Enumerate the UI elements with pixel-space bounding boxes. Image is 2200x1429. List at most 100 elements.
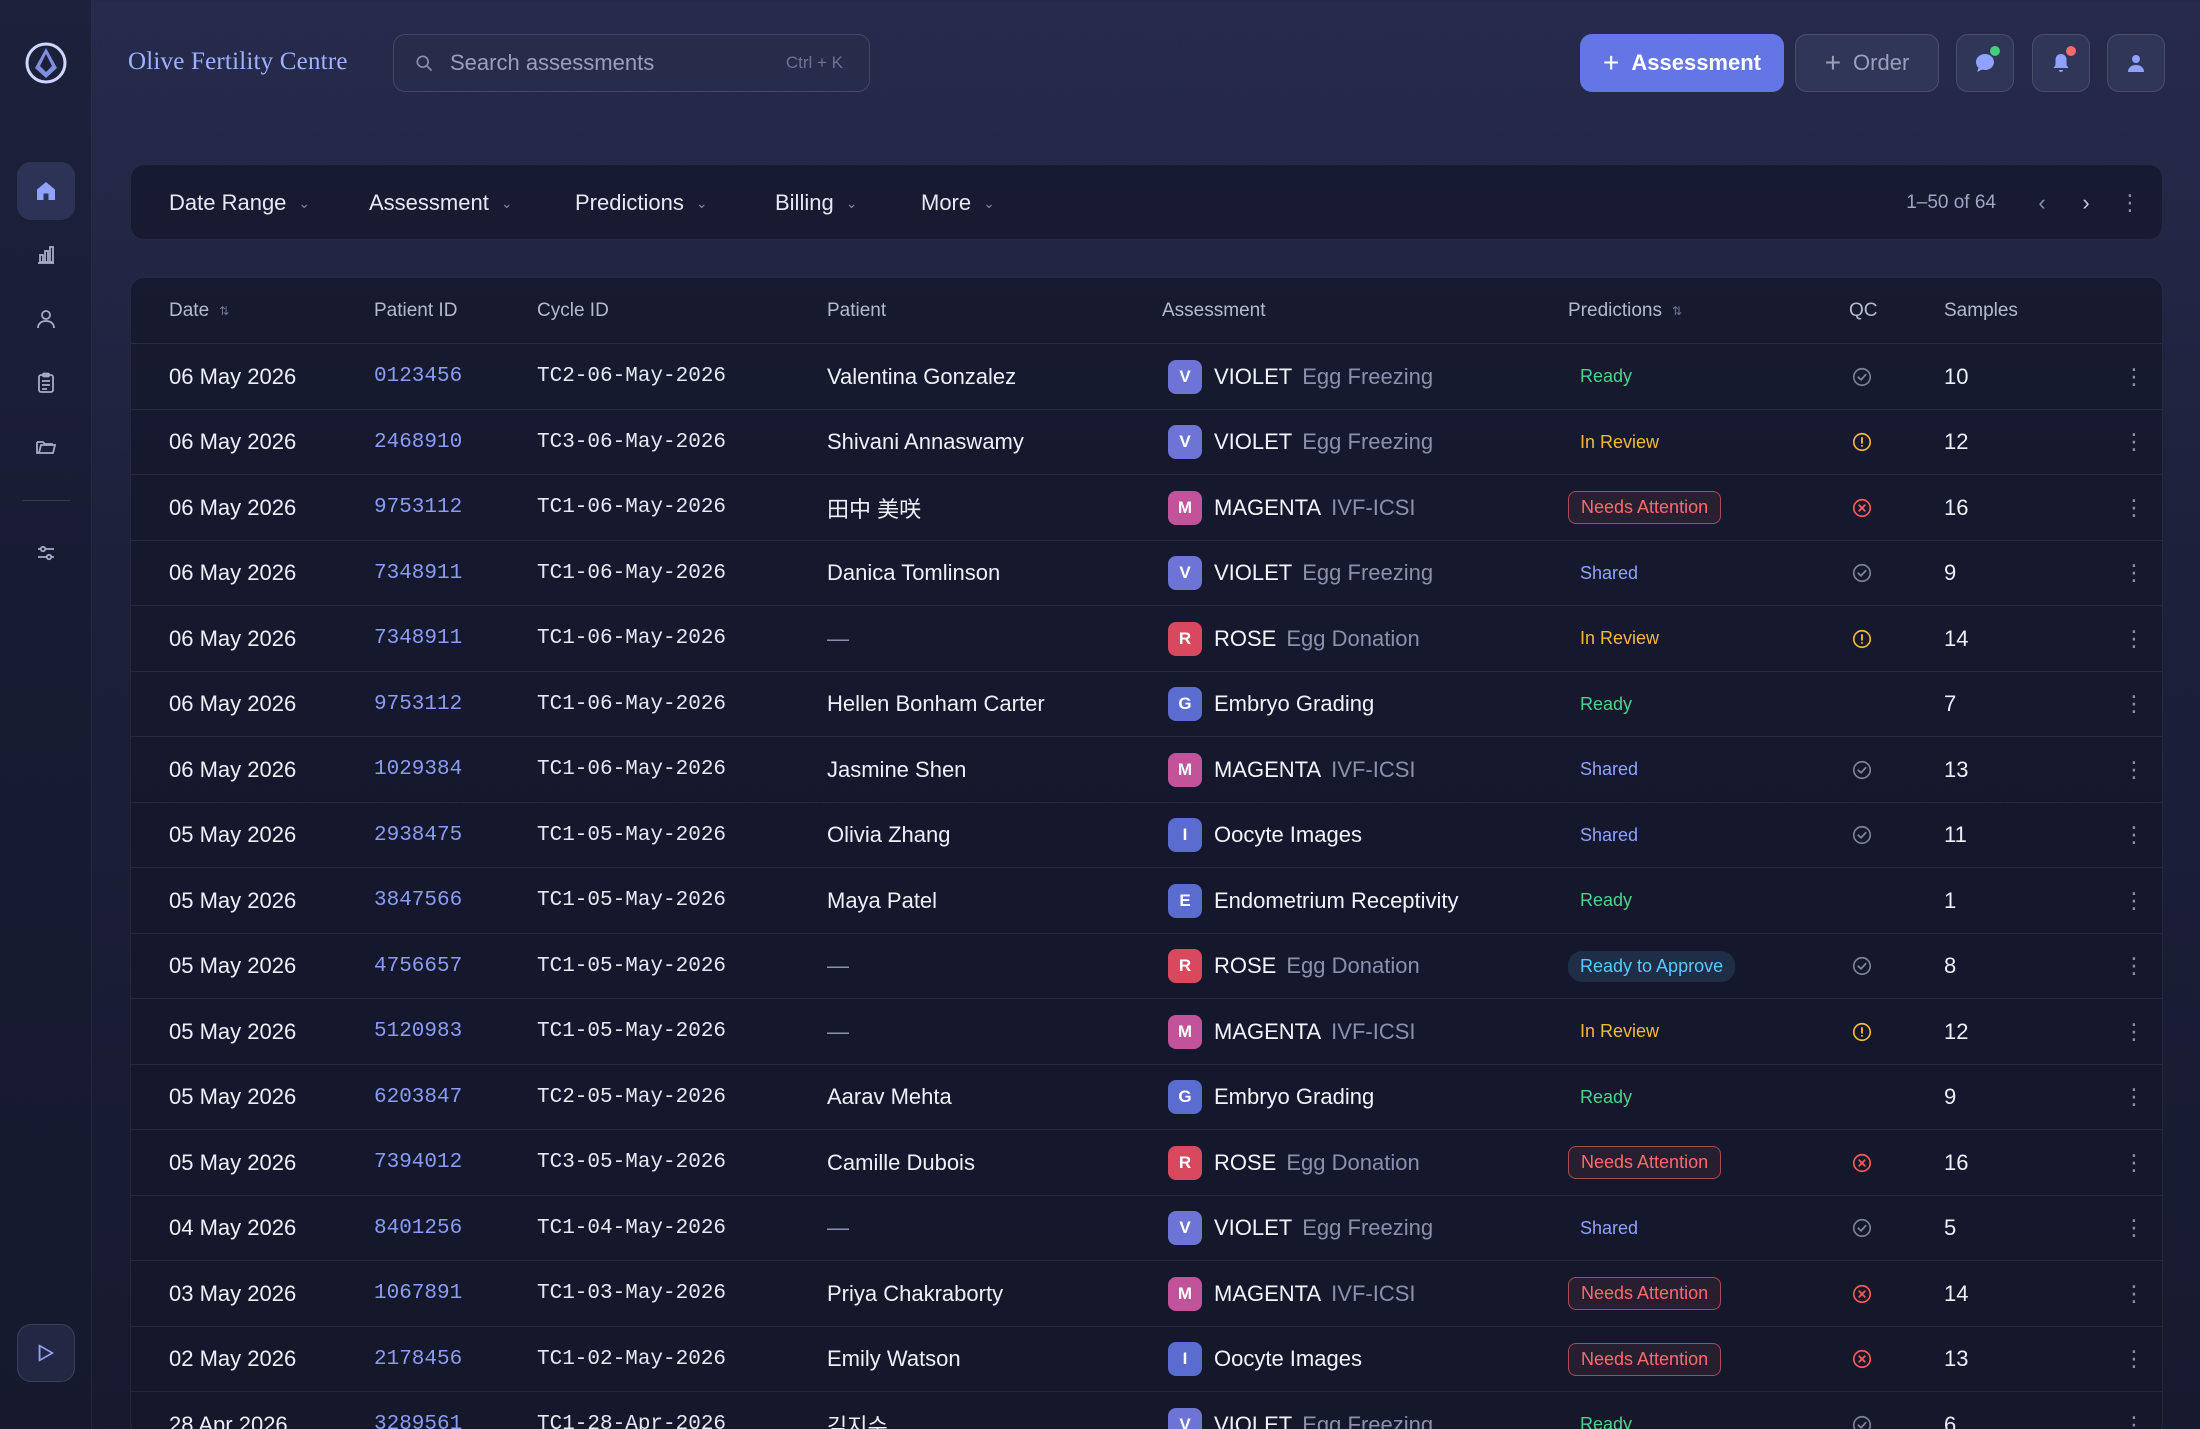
table-row[interactable]: 02 May 2026 2178456 TC1-02-May-2026 Emily W… (131, 1327, 2162, 1392)
table-row[interactable]: 06 May 2026 7348911 TC1-06-May-2026 — R ROSE E… (131, 606, 2162, 672)
new-order-button[interactable]: + Order (1795, 34, 1939, 92)
row-menu-icon[interactable]: ⋮ (2123, 344, 2145, 409)
table-row[interactable]: 06 May 2026 0123456 TC2-06-May-2026 Valenti… (131, 344, 2162, 410)
more-options-icon[interactable]: ⋮ (2108, 181, 2152, 225)
table-row[interactable]: 06 May 2026 9753112 TC1-06-May-2026 Hellen … (131, 672, 2162, 737)
table-row[interactable]: 06 May 2026 1029384 TC1-06-May-2026 Jasmine… (131, 737, 2162, 803)
row-cycle-id: TC1-06-May-2026 (537, 627, 727, 650)
row-menu-icon[interactable]: ⋮ (2123, 1196, 2145, 1261)
search-input[interactable] (450, 50, 786, 76)
assessment-name: MAGENTA (1214, 494, 1322, 520)
table-row[interactable]: 06 May 2026 9753112 TC1-06-May-2026 田中 美咲 M M… (131, 475, 2162, 541)
row-patient-id-link[interactable]: 7348911 (374, 541, 462, 606)
qc-check-icon (1852, 563, 1872, 583)
table-row[interactable]: 06 May 2026 2468910 TC3-06-May-2026 Shivani… (131, 410, 2162, 475)
row-menu-icon[interactable]: ⋮ (2123, 541, 2145, 606)
row-cycle-id: TC1-04-May-2026 (537, 1216, 727, 1240)
nav-divider (22, 500, 70, 501)
row-patient-id-link[interactable]: 6203847 (374, 1065, 462, 1130)
table-header: Date ⇅ Patient ID Cycle ID Patient Assessment… (131, 278, 2162, 344)
nav-settings[interactable] (17, 524, 75, 582)
table-row[interactable]: 05 May 2026 7394012 TC3-05-May-2026 Camille… (131, 1130, 2162, 1196)
column-header-date[interactable]: Date ⇅ (169, 278, 229, 344)
row-patient-id-link[interactable]: 3847566 (374, 868, 462, 933)
sort-icon[interactable]: ⇅ (1672, 304, 1682, 318)
assessment-subtype: Egg Donation (1286, 1149, 1420, 1175)
table-row[interactable]: 04 May 2026 8401256 TC1-04-May-2026 — V VIOLE… (131, 1196, 2162, 1261)
row-cycle-id: TC2-05-May-2026 (537, 1085, 727, 1109)
row-patient-id-link[interactable]: 2938475 (374, 803, 462, 868)
row-patient-id-link[interactable]: 7348911 (374, 606, 462, 671)
olive-logo-icon[interactable] (23, 40, 69, 86)
table-row[interactable]: 05 May 2026 4756657 TC1-05-May-2026 — R ROSE E… (131, 934, 2162, 999)
row-menu-icon[interactable]: ⋮ (2123, 1261, 2145, 1326)
row-qc (1851, 999, 1873, 1064)
assessment-name: ROSE (1214, 1149, 1277, 1175)
row-patient-id-link[interactable]: 3289561 (374, 1392, 462, 1429)
row-patient-id-link[interactable]: 0123456 (374, 344, 462, 409)
row-patient-id-link[interactable]: 4756657 (374, 934, 462, 999)
row-menu-icon[interactable]: ⋮ (2123, 410, 2145, 475)
assessment-name: Embryo Grading (1214, 691, 1375, 716)
next-page-icon[interactable]: › (2064, 181, 2108, 225)
nav-reports[interactable] (17, 354, 75, 412)
notifications-button[interactable] (2032, 34, 2090, 92)
row-menu-icon[interactable]: ⋮ (2123, 868, 2145, 933)
table-row[interactable]: 05 May 2026 5120983 TC1-05-May-2026 — M MAGEN… (131, 999, 2162, 1065)
row-patient-id-link[interactable]: 1067891 (374, 1261, 462, 1326)
row-assessment: I Oocyte Images (1168, 1327, 1372, 1392)
notification-dot (2066, 46, 2076, 56)
row-patient-id-link[interactable]: 9753112 (374, 672, 462, 737)
filter-billing[interactable]: Billing ⌄ (775, 165, 857, 241)
row-patient-id-link[interactable]: 7394012 (374, 1130, 462, 1195)
column-header-predictions[interactable]: Predictions ⇅ (1568, 278, 1682, 344)
row-patient-id-link[interactable]: 9753112 (374, 475, 462, 540)
row-prediction-status: Shared (1568, 803, 1650, 868)
row-menu-icon[interactable]: ⋮ (2123, 999, 2145, 1064)
row-menu-icon[interactable]: ⋮ (2123, 803, 2145, 868)
nav-home[interactable] (17, 162, 75, 220)
row-patient-id-link[interactable]: 2468910 (374, 410, 462, 475)
collapse-sidebar-button[interactable] (17, 1324, 75, 1382)
table-row[interactable]: 05 May 2026 3847566 TC1-05-May-2026 Maya Pa… (131, 868, 2162, 934)
filter-date-range[interactable]: Date Range ⌄ (169, 165, 310, 241)
table-row[interactable]: 28 Apr 2026 3289561 TC1-28-Apr-2026 김지수 V VIO… (131, 1392, 2162, 1429)
nav-folders[interactable] (17, 418, 75, 476)
new-assessment-button[interactable]: + Assessment (1580, 34, 1784, 92)
table-row[interactable]: 06 May 2026 7348911 TC1-06-May-2026 Danica … (131, 541, 2162, 606)
row-qc (1851, 1196, 1873, 1261)
row-patient-name: Aarav Mehta (827, 1084, 952, 1109)
row-menu-icon[interactable]: ⋮ (2123, 1065, 2145, 1130)
status-badge: In Review (1580, 1021, 1660, 1041)
column-label: QC (1849, 300, 1878, 321)
row-menu-icon[interactable]: ⋮ (2123, 737, 2145, 802)
row-menu-icon[interactable]: ⋮ (2123, 1130, 2145, 1195)
table-row[interactable]: 05 May 2026 2938475 TC1-05-May-2026 Olivia … (131, 803, 2162, 868)
assessment-name: VIOLET (1214, 1411, 1293, 1429)
filter-assessment[interactable]: Assessment ⌄ (369, 165, 513, 241)
row-patient-id-link[interactable]: 1029384 (374, 737, 462, 802)
row-menu-icon[interactable]: ⋮ (2123, 1327, 2145, 1392)
table-row[interactable]: 05 May 2026 6203847 TC2-05-May-2026 Aarav M… (131, 1065, 2162, 1130)
nav-patients[interactable] (17, 290, 75, 348)
assessment-name: Oocyte Images (1214, 1346, 1362, 1371)
row-patient-id-link[interactable]: 5120983 (374, 999, 462, 1064)
row-menu-icon[interactable]: ⋮ (2123, 475, 2145, 540)
search-bar[interactable]: Ctrl + K (393, 34, 870, 92)
row-menu-icon[interactable]: ⋮ (2123, 606, 2145, 671)
row-samples: 13 (1944, 756, 1969, 782)
table-row[interactable]: 03 May 2026 1067891 TC1-03-May-2026 Priya C… (131, 1261, 2162, 1327)
chat-button[interactable] (1956, 34, 2014, 92)
nav-analytics[interactable] (17, 226, 75, 284)
row-menu-icon[interactable]: ⋮ (2123, 1392, 2145, 1429)
column-header-qc: QC (1849, 278, 1878, 344)
row-menu-icon[interactable]: ⋮ (2123, 672, 2145, 737)
row-patient-id-link[interactable]: 2178456 (374, 1327, 462, 1392)
prev-page-icon[interactable]: ‹ (2020, 181, 2064, 225)
row-patient-id-link[interactable]: 8401256 (374, 1196, 462, 1261)
sort-icon[interactable]: ⇅ (219, 304, 229, 318)
profile-button[interactable] (2107, 34, 2165, 92)
row-menu-icon[interactable]: ⋮ (2123, 934, 2145, 999)
filter-more[interactable]: More ⌄ (921, 165, 995, 241)
filter-predictions[interactable]: Predictions ⌄ (575, 165, 708, 241)
